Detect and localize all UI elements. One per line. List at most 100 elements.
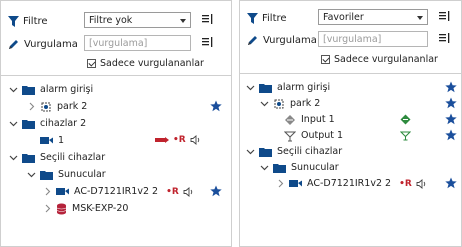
filter-label-text: Filtre	[262, 12, 287, 24]
filter-select-value: Favoriler	[323, 11, 364, 23]
tree-node-camera-1[interactable]: 1 •R	[1, 132, 231, 149]
pencil-icon	[9, 39, 18, 49]
list-toggle-icon[interactable]	[438, 10, 450, 22]
chevron-down-icon[interactable]	[9, 85, 18, 94]
filter-label-text: Filtre	[23, 15, 48, 27]
tree-node-servers[interactable]: Sunucular	[240, 159, 461, 176]
tree-node-alarm[interactable]: alarm girişi	[1, 81, 231, 98]
folder-icon	[22, 85, 35, 95]
filter-area: Filtre Favoriler Vurgulama [vurgulama] S…	[240, 1, 461, 75]
tree-node-label: Sunucular	[58, 169, 106, 180]
only-highlighted-checkbox[interactable]: Sadece vurgulananlar	[87, 56, 204, 70]
folder-icon	[273, 163, 286, 173]
tree-node-park[interactable]: park 2	[1, 98, 231, 115]
rec-mark: •R	[166, 186, 179, 197]
rec-mark: •R	[173, 135, 186, 145]
only-highlighted-label: Sadece vurgulananlar	[100, 57, 204, 69]
highlight-placeholder: [vurgulama]	[89, 37, 148, 49]
camera-icon	[56, 188, 69, 195]
chevron-down-icon[interactable]	[9, 153, 18, 162]
folder-icon	[259, 147, 272, 157]
chevron-down-icon[interactable]	[260, 99, 269, 108]
tree-node-label: Output 1	[301, 130, 344, 141]
chevron-down-icon[interactable]	[27, 170, 36, 179]
camera-status: •R	[166, 187, 194, 197]
highlight-input[interactable]: [vurgulama]	[84, 35, 191, 51]
tree-node-alarm[interactable]: alarm girişi	[240, 79, 461, 96]
chevron-right-icon[interactable]	[43, 204, 52, 213]
checkbox-box[interactable]	[87, 58, 96, 68]
chevron-down-icon	[417, 16, 423, 20]
only-highlighted-label: Sadece vurgulananlar	[334, 53, 438, 65]
star-icon[interactable]	[210, 100, 222, 112]
diamond-input-icon	[285, 114, 295, 125]
star-icon[interactable]	[445, 177, 457, 189]
star-icon[interactable]	[445, 129, 457, 141]
tree-node-label: Sunucular	[291, 162, 339, 173]
filter-row: Filtre Favoriler	[240, 9, 461, 27]
folder-icon	[259, 83, 272, 93]
camera-icon	[289, 180, 302, 187]
list-toggle-icon[interactable]	[201, 13, 213, 25]
recording-bar-icon	[155, 137, 169, 143]
tree-node-park[interactable]: park 2	[240, 95, 461, 112]
tree-node-label: alarm girişi	[277, 82, 331, 93]
camera-status: •R	[399, 179, 427, 189]
chevron-right-icon[interactable]	[43, 187, 52, 196]
speaker-icon	[183, 186, 192, 197]
tree-node-label: 1	[58, 135, 65, 146]
tree-node-selected[interactable]: Seçili cihazlar	[1, 149, 231, 166]
tree-node-selected[interactable]: Seçili cihazlar	[240, 143, 461, 160]
chevron-down-icon[interactable]	[260, 163, 269, 172]
tree-node-servers[interactable]: Sunucular	[1, 166, 231, 183]
camera-status: •R	[155, 135, 201, 145]
star-icon[interactable]	[445, 81, 457, 93]
folder-icon	[40, 170, 53, 180]
filter-icon	[247, 12, 258, 24]
tree-node-label: MSK-EXP-20	[72, 203, 129, 214]
tree-node-label: Input 1	[301, 114, 335, 125]
tree-node-input[interactable]: Input 1	[240, 111, 461, 128]
filter-label: Filtre	[247, 11, 287, 25]
highlight-row: Vurgulama [vurgulama]	[240, 31, 461, 49]
highlight-input[interactable]: [vurgulama]	[318, 31, 428, 47]
star-icon[interactable]	[445, 113, 457, 125]
chevron-down-icon[interactable]	[9, 119, 18, 128]
highlight-label: Vurgulama	[247, 33, 317, 47]
tree-node-label: alarm girişi	[40, 84, 94, 95]
input-state-icon	[400, 114, 411, 125]
highlight-label-text: Vurgulama	[263, 34, 317, 46]
checkbox-box[interactable]	[321, 54, 330, 64]
speaker-icon	[190, 135, 199, 145]
tree-node-output[interactable]: Output 1	[240, 127, 461, 144]
highlight-label-text: Vurgulama	[24, 38, 78, 50]
tree-node-camera-ac[interactable]: AC-D7121IR1v2 2 •R	[240, 175, 461, 192]
park-icon	[274, 99, 284, 108]
filter-select[interactable]: Filtre yok	[84, 12, 191, 28]
camera-icon	[40, 137, 53, 144]
chevron-down-icon[interactable]	[246, 83, 255, 92]
star-icon[interactable]	[445, 97, 457, 109]
star-icon[interactable]	[210, 185, 222, 197]
chevron-down-icon	[180, 19, 186, 23]
tree-node-camera-ac[interactable]: AC-D7121IR1v2 2 •R	[1, 183, 231, 200]
device-tree-panel-left: Filtre Filtre yok Vurgulama [vurgulama] …	[0, 0, 232, 247]
chevron-down-icon[interactable]	[246, 147, 255, 156]
chevron-right-icon[interactable]	[27, 102, 36, 111]
list-toggle-icon[interactable]	[201, 36, 213, 48]
highlight-row: Vurgulama [vurgulama]	[1, 35, 231, 53]
list-toggle-icon[interactable]	[438, 32, 450, 44]
rec-mark: •R	[399, 178, 412, 189]
tree-node-msk[interactable]: MSK-EXP-20	[1, 200, 231, 217]
filter-label: Filtre	[8, 14, 48, 28]
chevron-right-icon[interactable]	[276, 179, 285, 188]
filter-select[interactable]: Favoriler	[318, 9, 428, 25]
filter-row: Filtre Filtre yok	[1, 12, 231, 30]
tree-node-label: park 2	[290, 98, 321, 109]
tree-node-label: AC-D7121IR1v2 2	[74, 186, 159, 197]
only-highlighted-checkbox[interactable]: Sadece vurgulananlar	[321, 52, 438, 66]
tree-node-cihazlar[interactable]: cihazlar 2	[1, 115, 231, 132]
tree-node-label: Seçili cihazlar	[277, 146, 343, 157]
pencil-icon	[248, 35, 257, 45]
tree-node-label: cihazlar 2	[40, 118, 87, 129]
